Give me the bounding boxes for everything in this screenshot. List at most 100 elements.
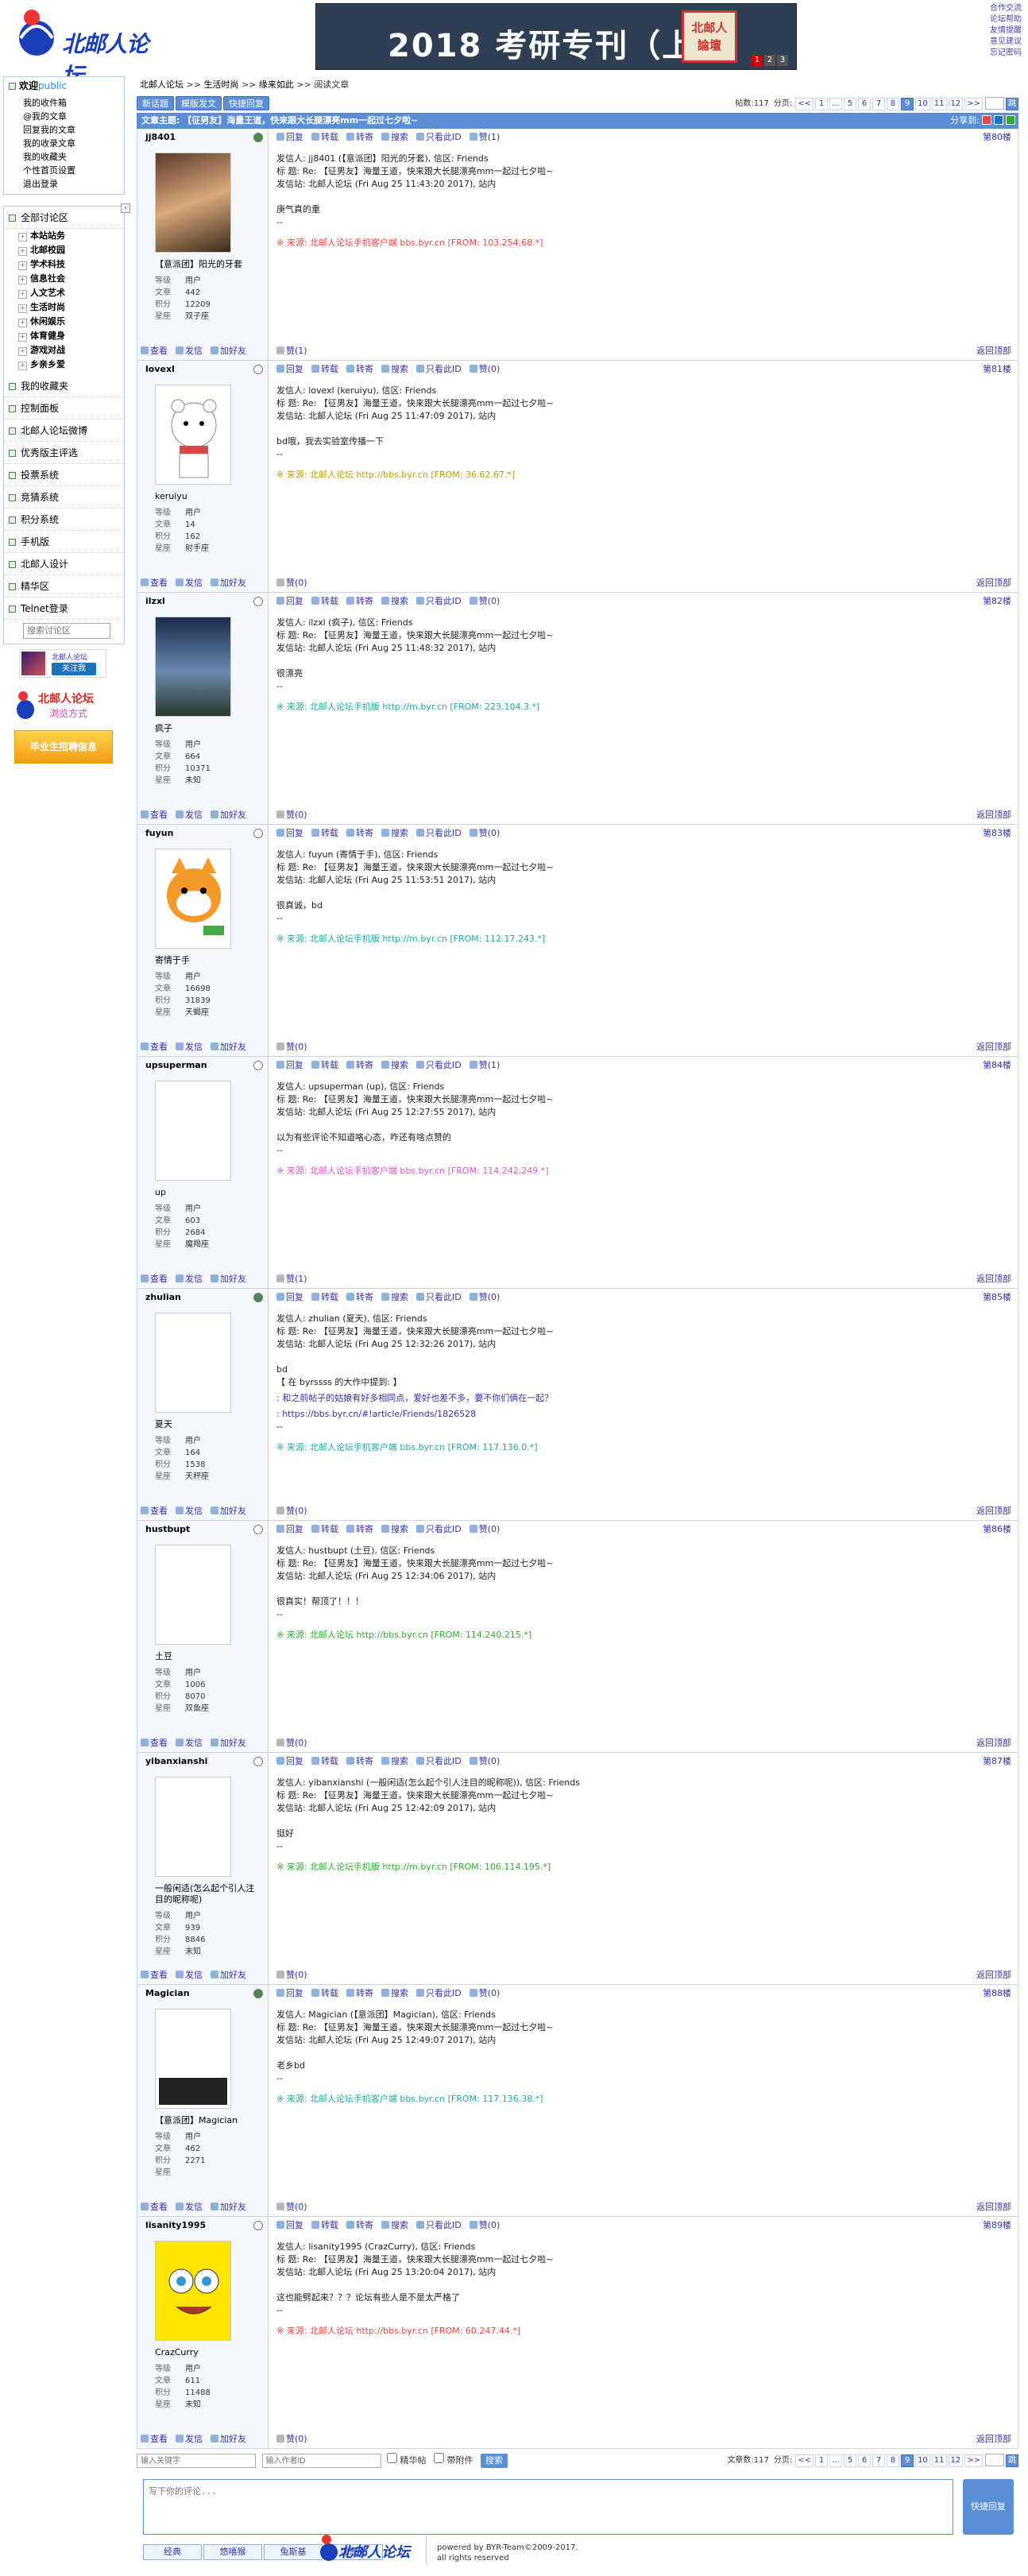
pager-page[interactable]: >> [964, 98, 983, 110]
back-to-top-link[interactable]: 返回顶部 [976, 1970, 1011, 1980]
like-button[interactable]: 赞(1) [469, 1060, 500, 1070]
keyword-input[interactable] [137, 2454, 256, 2468]
user-view-button[interactable]: 查看 [141, 578, 168, 588]
pager-page[interactable]: 9 [901, 2454, 914, 2467]
banner-page-2[interactable]: 2 [764, 55, 775, 66]
floor-link[interactable]: 第81楼 [983, 364, 1011, 374]
pager-page[interactable]: 12 [948, 98, 964, 110]
back-to-top-link[interactable]: 返回顶部 [976, 1042, 1011, 1052]
section-3[interactable]: 信息社会 [18, 272, 124, 286]
user-add-friend-button[interactable]: 加好友 [211, 2434, 246, 2444]
post-forward-button[interactable]: 转寄 [346, 364, 373, 374]
like-button[interactable]: 赞(0) [276, 2202, 307, 2212]
user-message-button[interactable]: 发信 [176, 1506, 203, 1516]
like-button[interactable]: 赞(1) [469, 132, 500, 142]
new-topic-button[interactable]: 新话题 [137, 96, 174, 110]
user-add-friend-button[interactable]: 加好友 [211, 1042, 246, 1052]
page-go-button[interactable]: 跳 [1006, 2454, 1018, 2467]
back-to-top-link[interactable]: 返回顶部 [976, 578, 1011, 588]
post-repost-button[interactable]: 转载 [311, 596, 338, 606]
sidebar-item-voting[interactable]: 投票系统 [4, 464, 124, 486]
page-jump-input[interactable] [985, 97, 1004, 110]
back-to-top-link[interactable]: 返回顶部 [976, 810, 1011, 820]
pager-page[interactable]: >> [964, 2454, 983, 2467]
user-view-button[interactable]: 查看 [141, 1042, 168, 1052]
post-repost-button[interactable]: 转载 [311, 828, 338, 838]
post-username[interactable]: yibanxianshi [145, 1756, 207, 1766]
pager-page[interactable]: 10 [915, 98, 930, 110]
sidebar-item-telnet[interactable]: Telnet登录 [4, 598, 124, 620]
pager-page[interactable]: 6 [858, 98, 871, 110]
quick-reply-submit[interactable]: 快捷回复 [963, 2479, 1014, 2535]
post-only-this-id-button[interactable]: 只看此ID [416, 1756, 462, 1766]
back-to-top-link[interactable]: 返回顶部 [976, 2434, 1011, 2444]
like-button[interactable]: 赞(0) [276, 1042, 307, 1052]
toplink-reminder[interactable]: 友情提醒 [990, 25, 1022, 37]
sidebar-item-guessing[interactable]: 竞猜系统 [4, 486, 124, 509]
author-input[interactable] [261, 2454, 381, 2468]
template-post-button[interactable]: 模版发文 [176, 96, 222, 110]
post-search-button[interactable]: 搜索 [381, 2220, 408, 2230]
bottom-search-button[interactable]: 搜索 [481, 2453, 508, 2468]
sidebar-collapse-button[interactable]: ‹ [121, 203, 130, 213]
pager-page[interactable]: 6 [858, 2454, 871, 2467]
pager-page[interactable]: 7 [872, 2454, 886, 2467]
post-reply-button[interactable]: 回复 [276, 596, 303, 606]
toplink-help[interactable]: 论坛帮助 [990, 14, 1022, 25]
page-jump-input[interactable] [985, 2454, 1004, 2466]
pager-page[interactable]: ... [829, 2454, 843, 2467]
post-only-this-id-button[interactable]: 只看此ID [416, 828, 462, 838]
avatar[interactable] [155, 849, 231, 949]
post-forward-button[interactable]: 转寄 [346, 828, 373, 838]
share-weibo-icon[interactable] [982, 115, 991, 125]
like-button[interactable]: 赞(0) [469, 2220, 500, 2230]
reply-textarea[interactable] [143, 2479, 953, 2535]
floor-link[interactable]: 第83楼 [983, 828, 1011, 838]
post-username[interactable]: zhulian [145, 1292, 181, 1302]
post-forward-button[interactable]: 转寄 [346, 1988, 373, 1998]
weibo-widget[interactable]: 北邮人论坛 关注我 [19, 649, 106, 678]
pager-page[interactable]: 5 [844, 2454, 857, 2467]
section-8[interactable]: 游戏对战 [18, 343, 124, 358]
sidebar-item-mobile[interactable]: 手机版 [4, 531, 124, 553]
user-view-button[interactable]: 查看 [141, 1738, 168, 1748]
section-9[interactable]: 乡亲乡爱 [18, 358, 124, 372]
board-search-input[interactable] [23, 623, 110, 639]
user-view-button[interactable]: 查看 [141, 2434, 168, 2444]
user-view-button[interactable]: 查看 [141, 2202, 168, 2212]
user-add-friend-button[interactable]: 加好友 [211, 346, 246, 356]
ad-banner[interactable]: 2018 考研专刊（上） 北邮人 論壇 123 [315, 3, 797, 70]
floor-link[interactable]: 第88楼 [983, 1988, 1011, 1998]
avatar[interactable] [155, 617, 231, 717]
post-reply-button[interactable]: 回复 [276, 1524, 303, 1534]
pager-page[interactable]: 1 [815, 2454, 829, 2467]
post-reply-button[interactable]: 回复 [276, 1988, 303, 1998]
back-to-top-link[interactable]: 返回顶部 [976, 346, 1011, 356]
post-reply-button[interactable]: 回复 [276, 1756, 303, 1766]
post-search-button[interactable]: 搜索 [381, 1988, 408, 1998]
avatar[interactable] [155, 1777, 231, 1877]
post-search-button[interactable]: 搜索 [381, 1756, 408, 1766]
pager-page[interactable]: 5 [844, 98, 857, 110]
link-homepage-settings[interactable]: 个性首页设置 [23, 164, 124, 177]
post-only-this-id-button[interactable]: 只看此ID [416, 364, 462, 374]
post-only-this-id-button[interactable]: 只看此ID [416, 1060, 462, 1070]
section-0[interactable]: 本站站务 [18, 229, 124, 243]
all-sections[interactable]: 全部讨论区 [4, 207, 124, 229]
post-repost-button[interactable]: 转载 [311, 364, 338, 374]
post-username[interactable]: hustbupt [145, 1524, 190, 1534]
sidebar-item-favorites[interactable]: 我的收藏夹 [4, 375, 124, 397]
post-forward-button[interactable]: 转寄 [346, 1060, 373, 1070]
section-1[interactable]: 北邮校园 [18, 243, 124, 257]
post-search-button[interactable]: 搜索 [381, 1524, 408, 1534]
user-view-button[interactable]: 查看 [141, 1506, 168, 1516]
post-search-button[interactable]: 搜索 [381, 828, 408, 838]
user-view-button[interactable]: 查看 [141, 1274, 168, 1284]
user-add-friend-button[interactable]: 加好友 [211, 810, 246, 820]
avatar[interactable] [155, 2241, 231, 2341]
post-reply-button[interactable]: 回复 [276, 364, 303, 374]
floor-link[interactable]: 第84楼 [983, 1060, 1011, 1070]
post-reply-button[interactable]: 回复 [276, 1292, 303, 1302]
post-only-this-id-button[interactable]: 只看此ID [416, 1292, 462, 1302]
like-button[interactable]: 赞(1) [276, 1274, 307, 1284]
